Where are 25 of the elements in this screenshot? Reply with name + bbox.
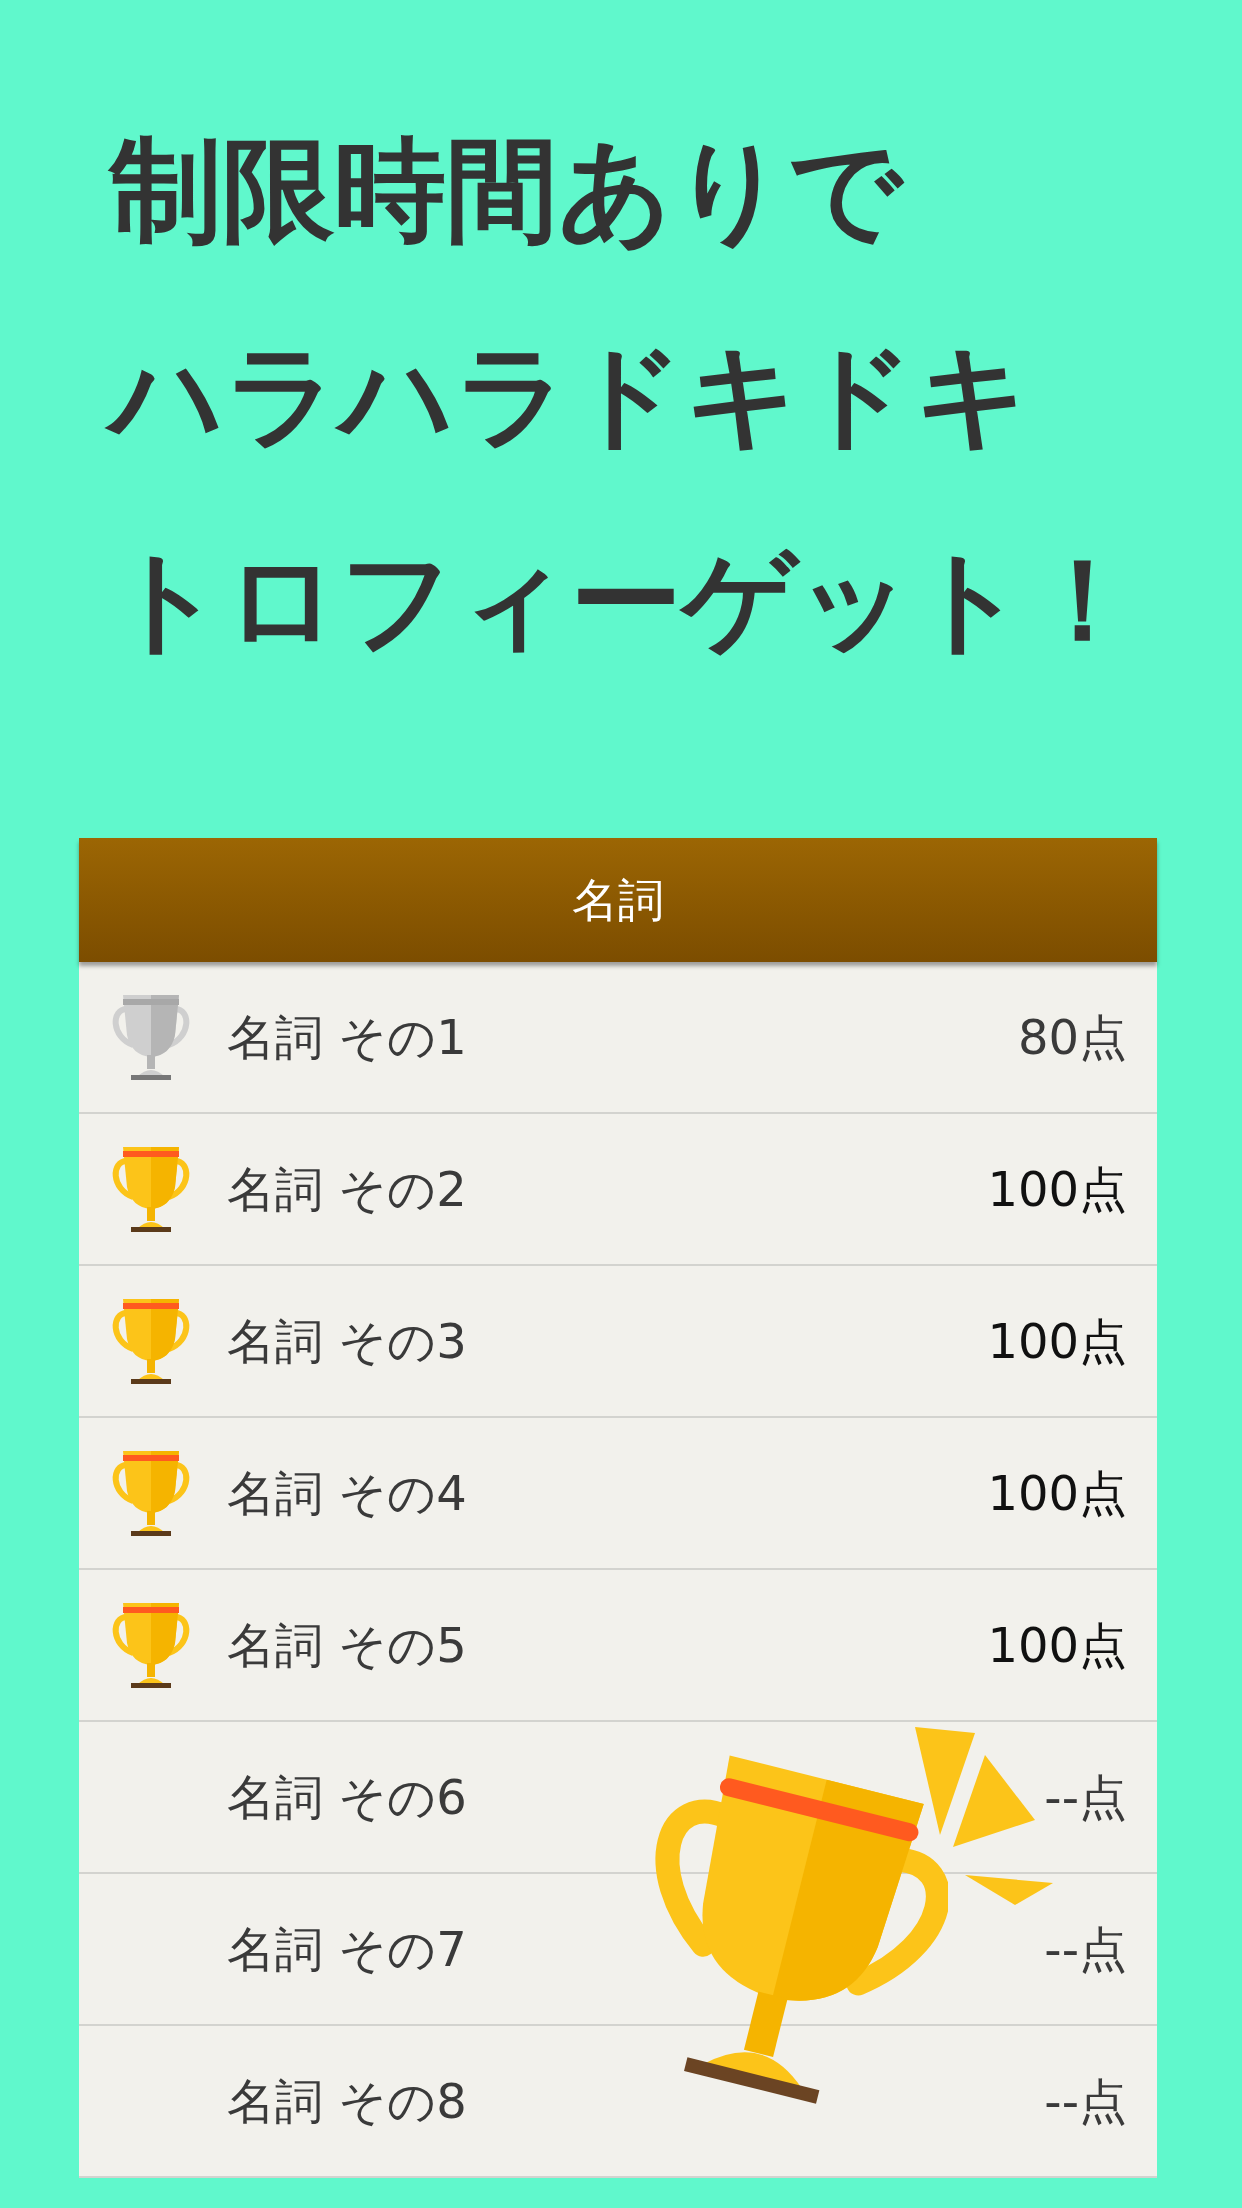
row-label: 名詞 その6 — [227, 1768, 467, 1827]
headline-line: ハラハラドキドキ — [98, 293, 1042, 498]
row-label: 名詞 その2 — [227, 1160, 467, 1219]
row-label: 名詞 その5 — [227, 1616, 467, 1675]
headline-line: トロフィーゲット！ — [109, 534, 1140, 667]
list-row[interactable]: 名詞 その1 80点 — [79, 962, 1157, 1114]
list-row[interactable]: 名詞 その4 100点 — [79, 1418, 1157, 1570]
row-label: 名詞 その4 — [227, 1464, 467, 1523]
list-row[interactable]: 名詞 その5 100点 — [79, 1570, 1157, 1722]
row-score: 100点 — [987, 1464, 1127, 1523]
row-label: 名詞 その8 — [227, 2072, 467, 2131]
row-score: 100点 — [987, 1160, 1127, 1219]
list-header: 名詞 — [79, 838, 1157, 962]
row-score: 100点 — [987, 1312, 1127, 1371]
list-row[interactable]: 名詞 その2 100点 — [79, 1114, 1157, 1266]
row-score: --点 — [1044, 1920, 1127, 1979]
list-row[interactable]: 名詞 その3 100点 — [79, 1266, 1157, 1418]
row-label: 名詞 その3 — [227, 1312, 467, 1371]
row-label: 名詞 その7 — [227, 1920, 467, 1979]
row-label: 名詞 その1 — [227, 1008, 467, 1067]
headline-line: 制限時間ありで — [107, 124, 906, 257]
row-score: --点 — [1044, 1768, 1127, 1827]
row-score: --点 — [1044, 2072, 1127, 2131]
row-score: 80点 — [1017, 1008, 1127, 1067]
row-score: 100点 — [987, 1616, 1127, 1675]
